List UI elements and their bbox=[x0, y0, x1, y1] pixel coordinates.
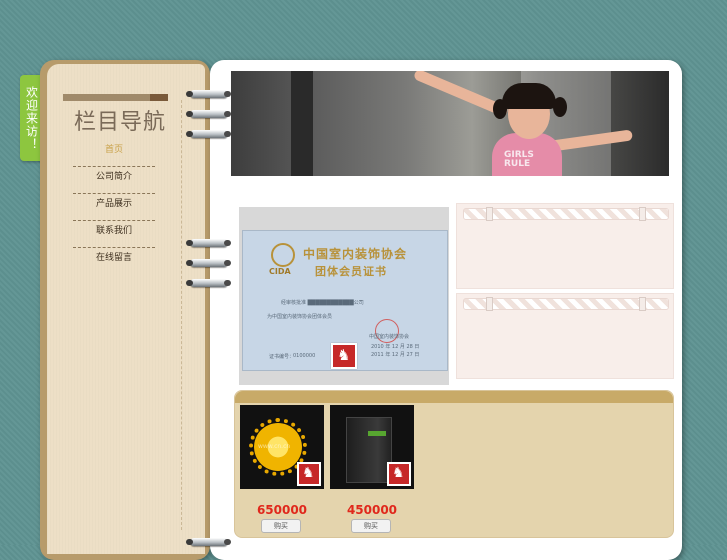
cert-text-line2: 为中国室内装饰协会团体会员 bbox=[267, 314, 333, 320]
binder-ring bbox=[186, 259, 231, 267]
horse-stamp-icon bbox=[387, 462, 411, 486]
cert-text-line1: 经审核批准 ████████████公司 bbox=[281, 300, 364, 306]
left-navigation: 首页 公司简介 产品展示 联系我们 在线留言 bbox=[73, 140, 155, 274]
notice-card-header bbox=[463, 207, 669, 221]
product-image-machine[interactable] bbox=[330, 405, 414, 489]
horse-stamp-icon bbox=[297, 462, 321, 486]
machine-panel bbox=[368, 431, 386, 436]
banner-image: GIRLS RULE bbox=[231, 71, 669, 176]
left-page-divider bbox=[181, 100, 182, 530]
cert-no: 0100000 bbox=[293, 353, 316, 359]
binder-ring bbox=[186, 90, 231, 98]
nav-item-home[interactable]: 首页 bbox=[73, 140, 155, 167]
notice-card-header bbox=[463, 297, 669, 311]
buy-button[interactable]: 购买 bbox=[351, 519, 391, 533]
notice-card-2 bbox=[456, 293, 674, 379]
product-panel: www.cn.cn 650000 购买 450000 购买 bbox=[234, 390, 674, 538]
nav-item-about[interactable]: 公司简介 bbox=[73, 167, 155, 194]
child-hair bbox=[502, 83, 556, 109]
notice-card-1 bbox=[456, 203, 674, 289]
banner-pole bbox=[291, 71, 313, 176]
product-price: 450000 bbox=[346, 503, 398, 517]
product-price: 650000 bbox=[256, 503, 308, 517]
machine-icon bbox=[346, 417, 392, 483]
binder-ring bbox=[186, 239, 231, 247]
binder-ring bbox=[186, 279, 231, 287]
binder-ring bbox=[186, 110, 231, 118]
buy-button[interactable]: 购买 bbox=[261, 519, 301, 533]
product-panel-header bbox=[235, 391, 673, 403]
cert-date1: 2010 年 12 月 28 日 bbox=[371, 344, 420, 350]
left-title-bar bbox=[63, 94, 168, 101]
cert-date2: 2011 年 12 月 27 日 bbox=[371, 352, 420, 358]
certificate-image: CIDA 中国室内装饰协会 团体会员证书 经审核批准 ████████████公… bbox=[242, 230, 448, 371]
product-watermark: www.cn.cn bbox=[258, 443, 291, 450]
cida-logo-icon bbox=[271, 243, 295, 267]
nav-item-guestbook[interactable]: 在线留言 bbox=[73, 248, 155, 274]
cert-no-label: 证书编号： bbox=[269, 354, 295, 360]
cert-issuer: 中国室内装饰协会 bbox=[369, 334, 410, 340]
nav-item-contact[interactable]: 联系我们 bbox=[73, 221, 155, 248]
binder-ring bbox=[186, 130, 231, 138]
cert-org-name: 中国室内装饰协会 bbox=[303, 247, 408, 261]
nav-item-products[interactable]: 产品展示 bbox=[73, 194, 155, 221]
left-panel-title: 栏目导航 bbox=[74, 110, 167, 135]
cert-brand: CIDA bbox=[269, 267, 291, 276]
product-image-saw-blade[interactable]: www.cn.cn bbox=[240, 405, 324, 489]
shirt-print: GIRLS RULE bbox=[504, 150, 534, 169]
horse-stamp-icon bbox=[331, 343, 357, 369]
cert-title: 团体会员证书 bbox=[315, 265, 387, 278]
